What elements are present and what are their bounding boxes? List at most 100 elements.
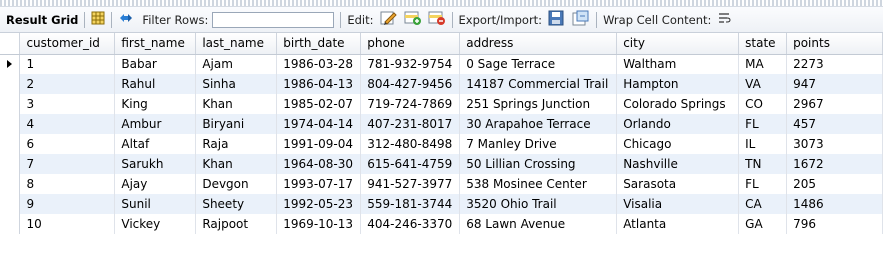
cell-birth-date[interactable]: 1992-05-23 — [276, 194, 362, 214]
column-header-first-name[interactable]: first_name — [114, 33, 197, 55]
cell-city[interactable]: Colorado Springs — [616, 94, 740, 114]
row-selector[interactable] — [0, 74, 21, 94]
cell-points[interactable]: 2967 — [786, 94, 883, 114]
cell-phone[interactable]: 559-181-3744 — [360, 194, 461, 214]
cell-customer-id[interactable]: 4 — [19, 114, 116, 134]
cell-points[interactable]: 1672 — [786, 154, 883, 174]
column-header-last-name[interactable]: last_name — [195, 33, 278, 55]
table-row[interactable]: 9 Sunil Sheety 1992-05-23 559-181-3744 3520 O… — [0, 194, 883, 214]
filter-rows-input[interactable] — [212, 11, 335, 28]
cell-last-name[interactable]: Sinha — [195, 74, 278, 94]
refresh-icon[interactable] — [118, 11, 134, 28]
cell-address[interactable]: 14187 Commercial Trail — [459, 74, 618, 94]
cell-last-name[interactable]: Rajpoot — [195, 214, 278, 234]
column-header-state[interactable]: state — [738, 33, 788, 55]
cell-birth-date[interactable]: 1991-09-04 — [276, 134, 362, 154]
cell-state[interactable]: VA — [738, 74, 788, 94]
column-header-phone[interactable]: phone — [360, 33, 461, 55]
cell-city[interactable]: Nashville — [616, 154, 740, 174]
cell-first-name[interactable]: Vickey — [114, 214, 197, 234]
cell-address[interactable]: 3520 Ohio Trail — [459, 194, 618, 214]
cell-phone[interactable]: 804-427-9456 — [360, 74, 461, 94]
cell-address[interactable]: 538 Mosinee Center — [459, 174, 618, 194]
cell-phone[interactable]: 941-527-3977 — [360, 174, 461, 194]
cell-points[interactable]: 796 — [786, 214, 883, 234]
cell-last-name[interactable]: Biryani — [195, 114, 278, 134]
row-selector[interactable] — [0, 194, 21, 214]
cell-points[interactable]: 3073 — [786, 134, 883, 154]
result-grid-tab[interactable]: Result Grid — [6, 13, 78, 27]
cell-first-name[interactable]: King — [114, 94, 197, 114]
table-row[interactable]: 1 Babar Ajam 1986-03-28 781-932-9754 0 Sage T… — [0, 54, 883, 74]
cell-last-name[interactable]: Devgon — [195, 174, 278, 194]
cell-points[interactable]: 947 — [786, 74, 883, 94]
column-header-birth-date[interactable]: birth_date — [276, 33, 362, 55]
row-selector[interactable] — [0, 154, 21, 174]
cell-address[interactable]: 7 Manley Drive — [459, 134, 618, 154]
import-icon[interactable] — [572, 10, 590, 29]
cell-city[interactable]: Sarasota — [616, 174, 740, 194]
cell-points[interactable]: 1486 — [786, 194, 883, 214]
cell-points[interactable]: 457 — [786, 114, 883, 134]
cell-address[interactable]: 30 Arapahoe Terrace — [459, 114, 618, 134]
cell-phone[interactable]: 615-641-4759 — [360, 154, 461, 174]
cell-customer-id[interactable]: 2 — [19, 74, 116, 94]
cell-phone[interactable]: 407-231-8017 — [360, 114, 461, 134]
table-row[interactable]: 10 Vickey Rajpoot 1969-10-13 404-246-3370 68 … — [0, 214, 883, 234]
grid-toggle-icon[interactable] — [91, 11, 105, 28]
delete-row-icon[interactable] — [428, 10, 446, 29]
cell-address[interactable]: 251 Springs Junction — [459, 94, 618, 114]
cell-customer-id[interactable]: 10 — [19, 214, 116, 234]
cell-first-name[interactable]: Sunil — [114, 194, 197, 214]
cell-first-name[interactable]: Rahul — [114, 74, 197, 94]
cell-last-name[interactable]: Khan — [195, 154, 278, 174]
cell-customer-id[interactable]: 6 — [19, 134, 116, 154]
cell-first-name[interactable]: Ajay — [114, 174, 197, 194]
table-row[interactable]: 4 Ambur Biryani 1974-04-14 407-231-8017 30 Ar… — [0, 114, 883, 134]
cell-state[interactable]: MA — [738, 54, 788, 74]
add-row-icon[interactable] — [404, 10, 422, 29]
cell-state[interactable]: TN — [738, 154, 788, 174]
cell-phone[interactable]: 312-480-8498 — [360, 134, 461, 154]
table-row[interactable]: 2 Rahul Sinha 1986-04-13 804-427-9456 14187 C… — [0, 74, 883, 94]
table-row[interactable]: 6 Altaf Raja 1991-09-04 312-480-8498 7 Manley… — [0, 134, 883, 154]
cell-birth-date[interactable]: 1986-03-28 — [276, 54, 362, 74]
cell-state[interactable]: GA — [738, 214, 788, 234]
cell-customer-id[interactable]: 8 — [19, 174, 116, 194]
cell-state[interactable]: IL — [738, 134, 788, 154]
row-selector[interactable] — [0, 174, 21, 194]
column-header-address[interactable]: address — [459, 33, 618, 55]
edit-pencil-icon[interactable] — [380, 10, 398, 29]
cell-phone[interactable]: 404-246-3370 — [360, 214, 461, 234]
table-row[interactable]: 7 Sarukh Khan 1964-08-30 615-641-4759 50 Lill… — [0, 154, 883, 174]
cell-customer-id[interactable]: 3 — [19, 94, 116, 114]
cell-state[interactable]: FL — [738, 114, 788, 134]
table-row[interactable]: 3 King Khan 1985-02-07 719-724-7869 251 Sprin… — [0, 94, 883, 114]
cell-address[interactable]: 0 Sage Terrace — [459, 54, 618, 74]
row-selector[interactable] — [0, 214, 21, 234]
row-selector[interactable] — [0, 94, 21, 114]
row-selector[interactable] — [0, 114, 21, 134]
cell-birth-date[interactable]: 1969-10-13 — [276, 214, 362, 234]
cell-city[interactable]: Chicago — [616, 134, 740, 154]
cell-points[interactable]: 2273 — [786, 54, 883, 74]
column-header-points[interactable]: points — [786, 33, 883, 55]
export-icon[interactable] — [548, 10, 566, 29]
cell-city[interactable]: Orlando — [616, 114, 740, 134]
table-row[interactable]: 8 Ajay Devgon 1993-07-17 941-527-3977 538 Mos… — [0, 174, 883, 194]
cell-city[interactable]: Waltham — [616, 54, 740, 74]
cell-address[interactable]: 50 Lillian Crossing — [459, 154, 618, 174]
row-selector[interactable] — [0, 54, 21, 74]
cell-customer-id[interactable]: 9 — [19, 194, 116, 214]
cell-last-name[interactable]: Sheety — [195, 194, 278, 214]
cell-phone[interactable]: 781-932-9754 — [360, 54, 461, 74]
cell-city[interactable]: Hampton — [616, 74, 740, 94]
cell-first-name[interactable]: Babar — [114, 54, 197, 74]
column-header-customer-id[interactable]: customer_id — [19, 33, 116, 55]
cell-state[interactable]: CO — [738, 94, 788, 114]
row-selector[interactable] — [0, 134, 21, 154]
cell-state[interactable]: FL — [738, 174, 788, 194]
cell-last-name[interactable]: Ajam — [195, 54, 278, 74]
wrap-text-icon[interactable] — [717, 11, 731, 28]
column-header-city[interactable]: city — [616, 33, 740, 55]
